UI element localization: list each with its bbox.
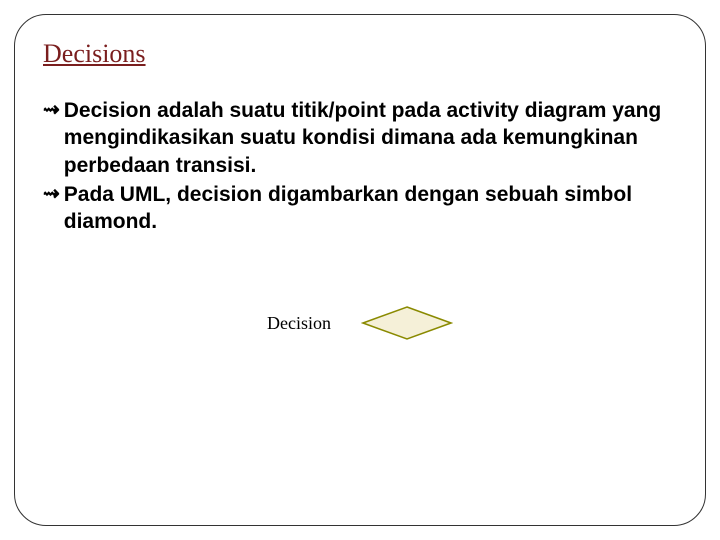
- bullet-text: Decision adalah suatu titik/point pada a…: [64, 97, 677, 179]
- bullet-icon: ⇝: [43, 97, 60, 123]
- bullet-item: ⇝ Pada UML, decision digambarkan dengan …: [43, 181, 677, 236]
- bullet-text: Pada UML, decision digambarkan dengan se…: [64, 181, 677, 236]
- bullet-icon: ⇝: [43, 181, 60, 207]
- diagram-area: Decision: [43, 305, 677, 341]
- bullet-item: ⇝ Decision adalah suatu titik/point pada…: [43, 97, 677, 179]
- diamond-shape-icon: [361, 305, 453, 341]
- diagram-label: Decision: [267, 313, 331, 334]
- bullet-list: ⇝ Decision adalah suatu titik/point pada…: [43, 97, 677, 235]
- slide-frame: Decisions ⇝ Decision adalah suatu titik/…: [14, 14, 706, 526]
- slide-title: Decisions: [43, 39, 677, 69]
